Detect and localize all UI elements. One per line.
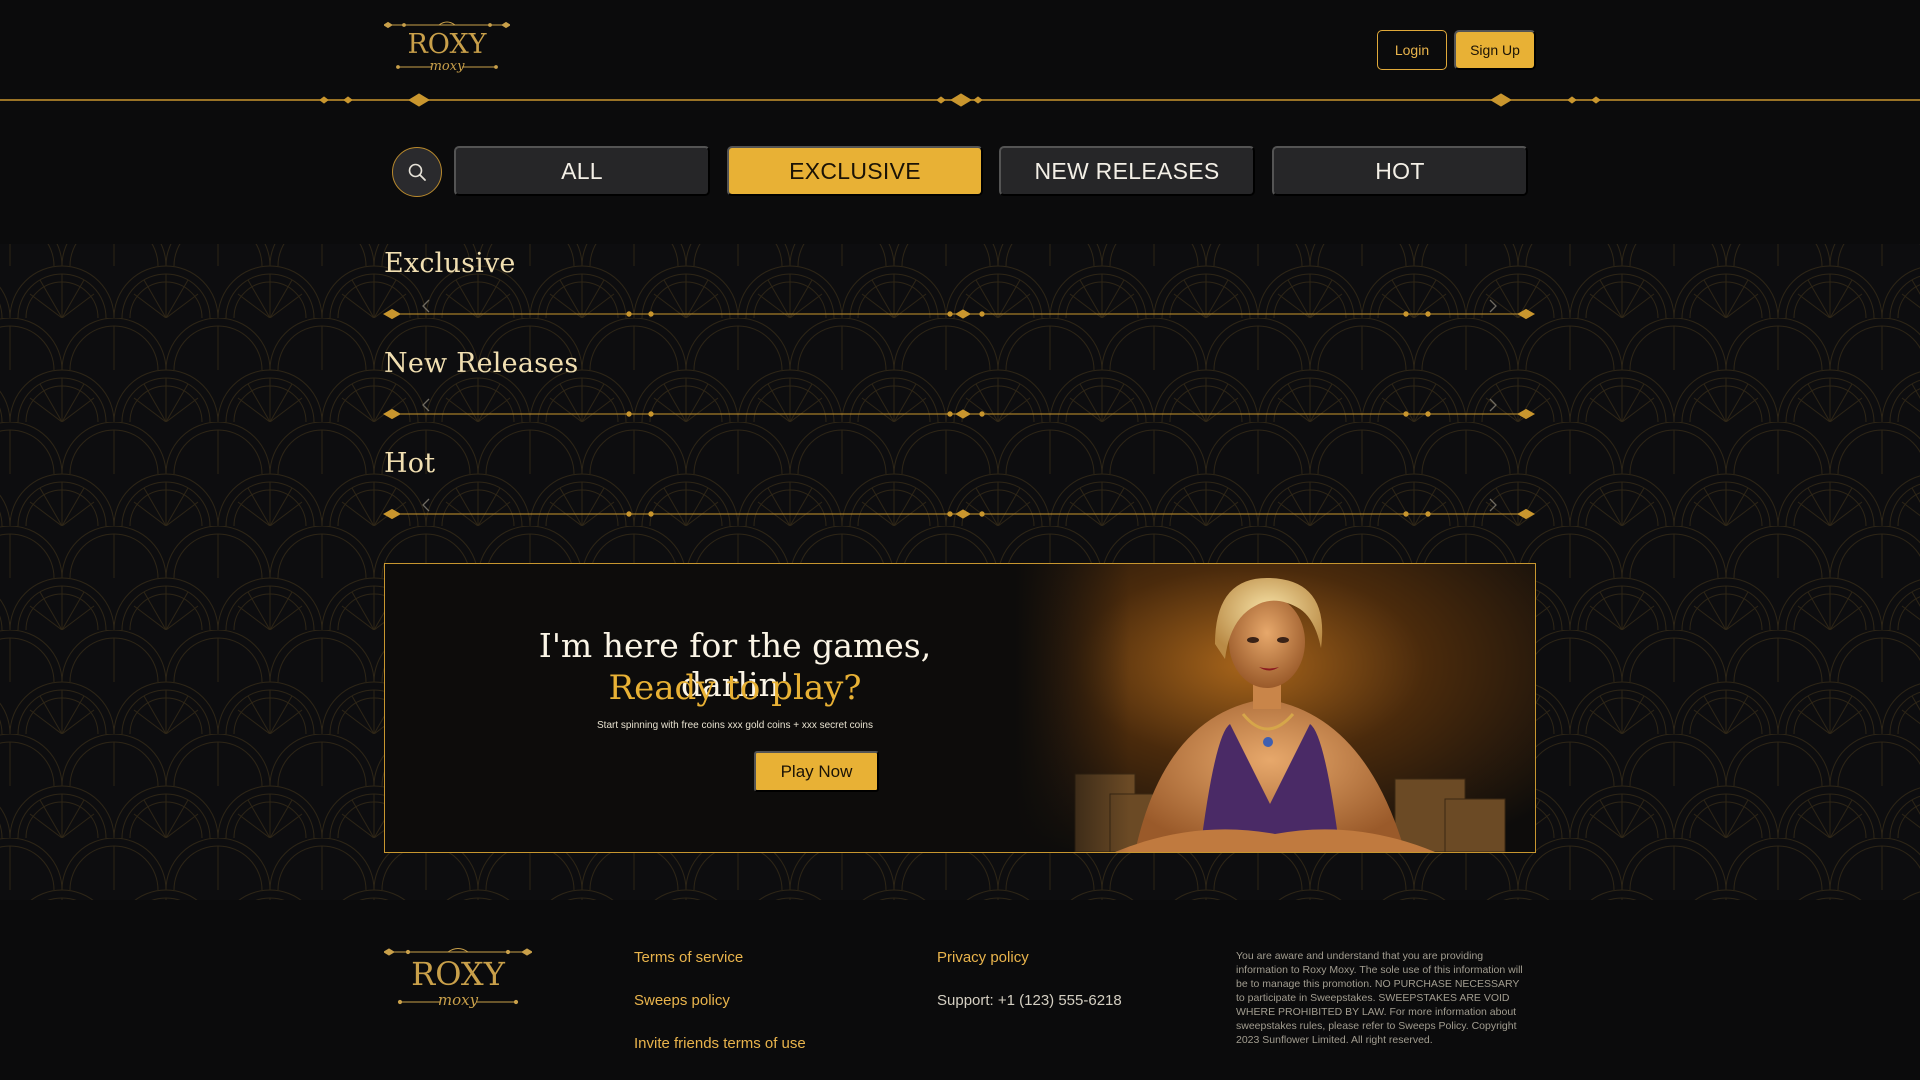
search-icon [408,163,426,181]
svg-text:ROXY: ROXY [407,29,487,60]
section-divider [382,308,1536,320]
footer-logo[interactable]: ROXY moxy [384,946,532,1012]
tab-all[interactable]: ALL [454,146,710,196]
tab-exclusive[interactable]: EXCLUSIVE [727,146,983,196]
tab-new-releases[interactable]: NEW RELEASES [999,146,1255,196]
section-title-new-releases: New Releases [384,348,579,379]
hostess-illustration [1015,564,1535,852]
site-footer [0,900,1920,1080]
section-title-hot: Hot [384,448,436,479]
svg-text:moxy: moxy [430,59,465,74]
play-now-button[interactable]: Play Now [754,751,879,792]
svg-text:ROXY: ROXY [411,955,506,993]
logo-graphic: ROXY moxy [384,948,532,1009]
promo-banner: I'm here for the games, darlin' Ready to… [384,563,1536,853]
roxy-moxy-logo[interactable]: ROXY moxy [384,20,510,76]
tab-hot[interactable]: HOT [1272,146,1528,196]
login-button[interactable]: Login [1377,30,1447,70]
footer-link-invite-terms[interactable]: Invite friends terms of use [634,1035,806,1052]
site-header: ROXY moxy Login Sign Up [0,0,1920,100]
footer-link-sweeps-policy[interactable]: Sweeps policy [634,992,730,1009]
logo-graphic: ROXY moxy [384,21,510,74]
svg-text:moxy: moxy [438,991,479,1009]
promo-description: Start spinning with free coins xxx gold … [597,720,873,731]
promo-subheadline: Ready to play? [608,668,862,708]
section-divider [382,408,1536,420]
section-divider [382,508,1536,520]
footer-link-privacy[interactable]: Privacy policy [937,949,1029,966]
signup-button[interactable]: Sign Up [1454,30,1536,70]
search-button[interactable] [392,147,442,197]
section-title-exclusive: Exclusive [384,248,516,279]
legal-disclaimer: You are aware and understand that you ar… [1236,950,1523,1046]
footer-link-terms[interactable]: Terms of service [634,949,743,966]
support-phone: Support: +1 (123) 555-6218 [937,992,1122,1009]
header-divider [0,93,1920,107]
